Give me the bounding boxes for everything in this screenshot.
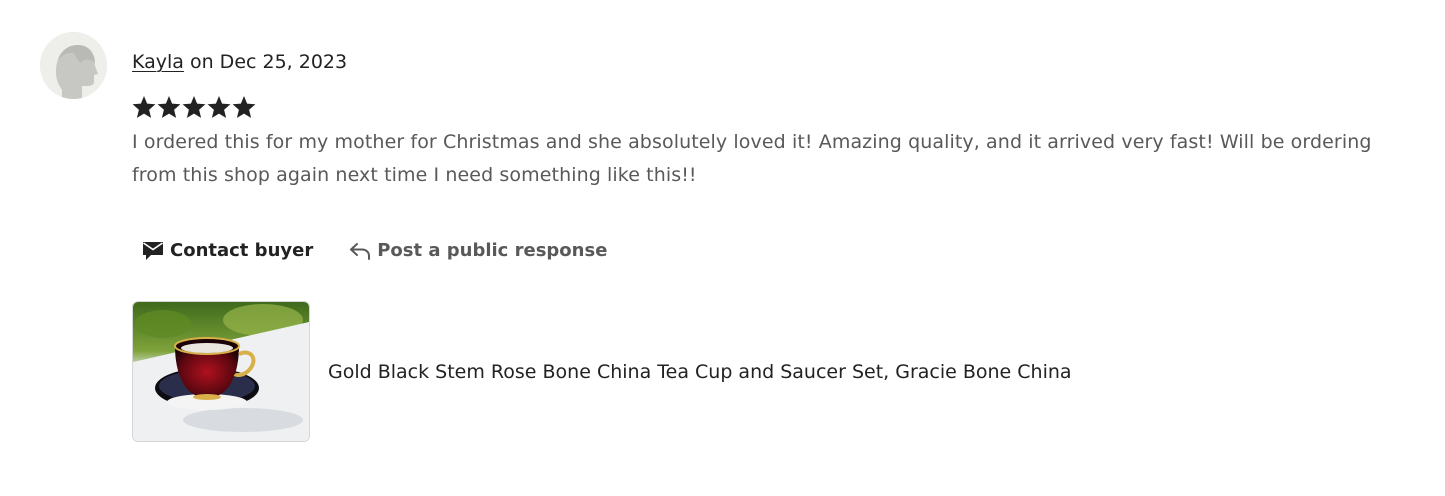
- post-public-response-button[interactable]: Post a public response: [339, 230, 617, 270]
- listing-thumbnail[interactable]: [132, 301, 310, 442]
- star-icon: [157, 95, 181, 127]
- star-icon: [232, 95, 256, 127]
- star-rating: [132, 95, 256, 127]
- contact-buyer-button[interactable]: Contact buyer: [132, 230, 323, 270]
- envelope-icon: [142, 239, 164, 261]
- review-byline: Kayla on Dec 25, 2023: [132, 49, 347, 75]
- reviewer-avatar[interactable]: [40, 32, 107, 99]
- tea-cup-photo: [133, 302, 309, 441]
- person-silhouette-icon: [40, 32, 107, 99]
- review-card: Kayla on Dec 25, 2023 I ordered this for…: [0, 0, 1445, 496]
- listing-link[interactable]: Gold Black Stem Rose Bone China Tea Cup …: [132, 301, 1072, 442]
- star-icon: [132, 95, 156, 127]
- reply-arrow-icon: [349, 239, 371, 261]
- review-actions: Contact buyer Post a public response: [132, 230, 617, 270]
- star-icon: [207, 95, 231, 127]
- post-public-response-label: Post a public response: [377, 239, 608, 261]
- review-date: on Dec 25, 2023: [183, 51, 348, 73]
- contact-buyer-label: Contact buyer: [170, 239, 314, 261]
- star-icon: [182, 95, 206, 127]
- listing-title: Gold Black Stem Rose Bone China Tea Cup …: [328, 360, 1072, 383]
- review-text: I ordered this for my mother for Christm…: [132, 131, 1372, 186]
- reviewer-name-link[interactable]: Kayla: [132, 51, 184, 73]
